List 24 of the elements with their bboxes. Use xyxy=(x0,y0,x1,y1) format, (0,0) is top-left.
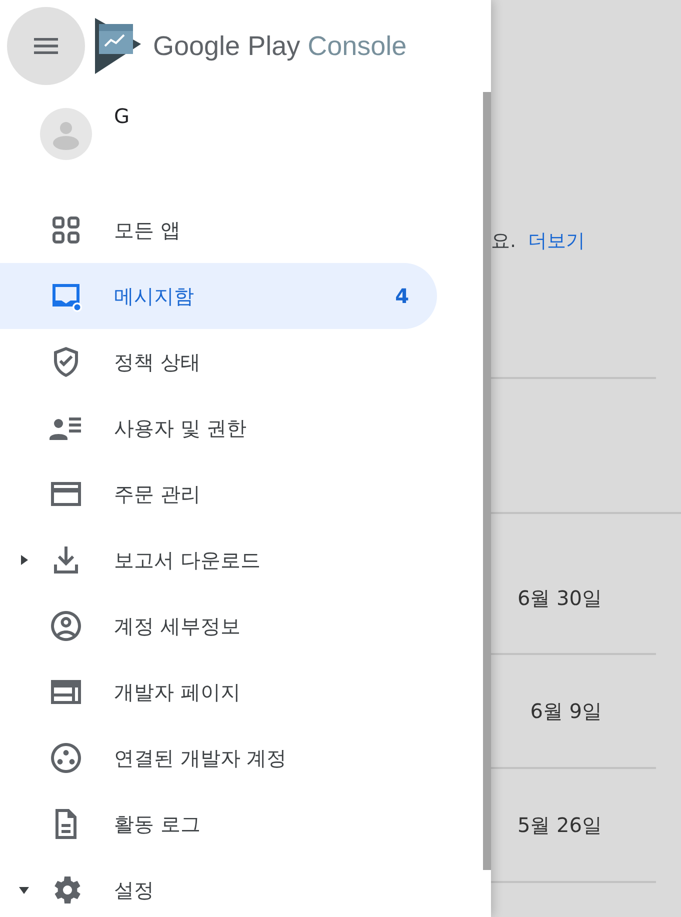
date-text: 6월 30일 xyxy=(517,585,602,612)
nav-item[interactable]: 개발자 페이지 xyxy=(0,659,437,725)
caret-icon[interactable] xyxy=(18,554,30,566)
caret-icon[interactable] xyxy=(18,884,30,896)
nav-item[interactable]: 정책 상태 xyxy=(0,329,437,395)
nav-item[interactable]: 활동 로그 xyxy=(0,791,437,857)
more-link[interactable]: 더보기 xyxy=(528,228,586,254)
nav-item[interactable]: 주문 관리 xyxy=(0,461,437,527)
nav-item[interactable]: 메시지함 4 xyxy=(0,263,437,329)
account-name: G xyxy=(114,104,130,128)
nav-item[interactable]: 사용자 및 권한 xyxy=(0,395,437,461)
date-text: 5월 26일 xyxy=(517,812,602,838)
nav-item[interactable]: 연결된 개발자 계정 xyxy=(0,725,437,791)
nav-item[interactable]: 보고서 다운로드 xyxy=(0,527,437,593)
date-text: 6월 9일 xyxy=(530,698,602,724)
play-console-logo-icon xyxy=(93,18,143,74)
avatar-icon xyxy=(40,108,92,160)
nav-item[interactable]: 계정 세부정보 xyxy=(0,593,437,659)
scrollbar[interactable] xyxy=(483,92,491,870)
nav-item[interactable]: 설정 xyxy=(0,857,437,917)
app-title: Google Play Console xyxy=(153,30,407,62)
notice-text: 요. xyxy=(491,229,516,254)
linked-dots-icon xyxy=(48,740,84,776)
nav-item[interactable]: 모든 앱 xyxy=(0,197,437,263)
